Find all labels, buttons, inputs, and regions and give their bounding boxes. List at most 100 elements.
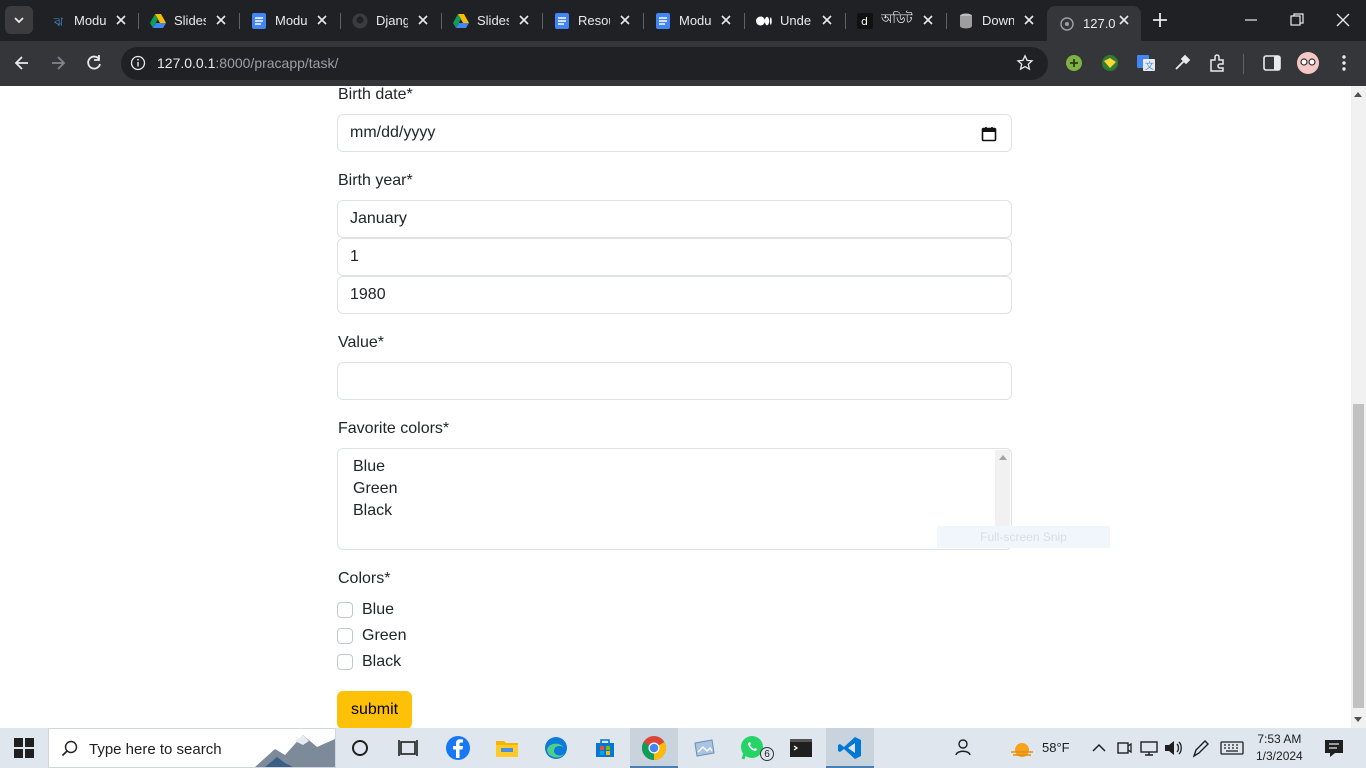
scroll-up-arrow-icon[interactable]	[999, 455, 1007, 460]
back-arrow-icon[interactable]	[12, 53, 32, 73]
address-bar[interactable]: 127.0.0.1:8000/pracapp/task/	[121, 47, 1048, 80]
tab-title: অডিট	[881, 11, 913, 26]
browser-tab[interactable]: Resou	[542, 6, 642, 35]
birth-day-select[interactable]: 1	[337, 238, 1012, 276]
browser-tab[interactable]: Modu	[643, 6, 743, 35]
color-checkbox-row[interactable]: Black	[337, 653, 401, 671]
cortana-circle-icon[interactable]	[346, 734, 374, 762]
multiselect-option[interactable]: Black	[353, 502, 392, 520]
browser-tab-active[interactable]: 127.0	[1047, 6, 1141, 41]
color-checkbox-row[interactable]: Blue	[337, 601, 394, 619]
green-plus-extension-icon[interactable]	[1064, 53, 1084, 73]
calendar-icon[interactable]	[981, 126, 997, 142]
show-hidden-icons-chevron-icon[interactable]	[1088, 734, 1110, 762]
browser-tab[interactable]: Unde	[744, 6, 844, 35]
close-icon[interactable]	[618, 13, 632, 27]
birth-month-select[interactable]: January	[337, 200, 1012, 238]
meet-now-icon[interactable]	[1114, 734, 1134, 762]
color-checkbox-row[interactable]: Green	[337, 627, 406, 645]
terminal-icon[interactable]	[787, 734, 815, 762]
checkbox[interactable]	[337, 628, 353, 644]
keyboard-icon[interactable]	[1219, 734, 1245, 762]
file-explorer-icon[interactable]	[493, 734, 521, 762]
multiselect-option[interactable]: Green	[353, 480, 397, 498]
browser-tab[interactable]: ঝ Modu	[38, 6, 138, 35]
birth-year-label: Birth year*	[338, 172, 413, 189]
minimize-icon[interactable]	[1242, 11, 1260, 29]
weather-temperature[interactable]: 58°F	[1042, 740, 1070, 755]
people-icon[interactable]	[948, 734, 976, 762]
value-input[interactable]	[337, 362, 1012, 400]
checkbox-label[interactable]: Blue	[362, 601, 394, 619]
close-icon[interactable]	[517, 13, 531, 27]
browser-tab[interactable]: Djang	[340, 6, 440, 35]
taskbar-search-box[interactable]: Type here to search	[48, 728, 336, 768]
google-docs-icon	[655, 12, 671, 29]
close-icon[interactable]	[416, 13, 430, 27]
close-icon[interactable]	[214, 13, 228, 27]
tab-title: Modu	[275, 13, 307, 28]
weather-sunrise-icon[interactable]	[1008, 734, 1036, 762]
tab-search-button[interactable]	[5, 6, 33, 34]
browser-tab[interactable]: Down	[946, 6, 1046, 35]
eyedropper-icon[interactable]	[1172, 53, 1192, 73]
page-scrollbar[interactable]	[1351, 86, 1366, 728]
favorite-colors-multiselect[interactable]: Blue Green Black	[337, 448, 1012, 550]
birth-date-label: Birth date*	[338, 86, 413, 103]
close-icon[interactable]	[315, 13, 329, 27]
browser-tab[interactable]: Slides	[441, 6, 541, 35]
windows-start-icon[interactable]	[14, 738, 34, 758]
close-icon[interactable]	[1117, 13, 1131, 27]
scrollbar-thumb[interactable]	[1353, 404, 1364, 708]
site-info-icon[interactable]	[130, 55, 146, 71]
close-icon[interactable]	[719, 13, 733, 27]
submit-button[interactable]: submit	[337, 691, 412, 728]
forward-arrow-icon[interactable]	[48, 53, 68, 73]
reload-icon[interactable]	[84, 53, 104, 73]
scroll-up-arrow-icon[interactable]	[1354, 92, 1362, 97]
chrome-icon[interactable]	[640, 734, 668, 762]
notification-center-icon[interactable]	[1320, 734, 1348, 762]
task-view-icon[interactable]	[394, 734, 422, 762]
url-path: :8000/pracapp/task/	[215, 55, 339, 71]
github-icon	[352, 13, 368, 29]
close-window-icon[interactable]	[1334, 11, 1352, 29]
microsoft-store-icon[interactable]	[591, 734, 619, 762]
facebook-icon[interactable]	[444, 734, 472, 762]
checkbox-label[interactable]: Black	[362, 653, 401, 671]
toolbar-divider	[1243, 54, 1244, 74]
google-translate-icon[interactable]: 文	[1136, 53, 1156, 73]
scroll-down-arrow-icon[interactable]	[1354, 717, 1362, 722]
checkbox[interactable]	[337, 602, 353, 618]
close-icon[interactable]	[921, 13, 935, 27]
pen-icon[interactable]	[1190, 734, 1212, 762]
vscode-icon[interactable]	[836, 734, 864, 762]
browser-tab[interactable]: Slides	[138, 6, 238, 35]
edge-browser-icon[interactable]	[542, 734, 570, 762]
google-docs-icon	[251, 12, 267, 29]
close-icon[interactable]	[820, 13, 834, 27]
restore-icon[interactable]	[1288, 11, 1306, 29]
more-menu-icon[interactable]	[1334, 53, 1354, 73]
tab-title: Unde	[780, 13, 812, 28]
close-icon[interactable]	[1022, 13, 1036, 27]
globe-extension-icon[interactable]	[1100, 53, 1120, 73]
side-panel-icon[interactable]	[1262, 53, 1282, 73]
database-icon	[958, 13, 974, 29]
new-tab-icon[interactable]	[1150, 10, 1170, 30]
system-clock[interactable]: 7:53 AM 1/3/2024	[1256, 731, 1303, 765]
birth-date-input[interactable]: mm/dd/yyyy	[337, 114, 1012, 152]
extensions-puzzle-icon[interactable]	[1208, 53, 1228, 73]
browser-tab[interactable]: Modu	[239, 6, 339, 35]
browser-tab[interactable]: d অডিট	[845, 6, 945, 35]
checkbox-label[interactable]: Green	[362, 627, 406, 645]
birth-year-select[interactable]: 1980	[337, 276, 1012, 314]
checkbox[interactable]	[337, 654, 353, 670]
photo-viewer-icon[interactable]	[690, 734, 718, 762]
network-icon[interactable]	[1138, 734, 1160, 762]
profile-avatar-icon[interactable]	[1297, 52, 1319, 74]
multiselect-option[interactable]: Blue	[353, 458, 385, 476]
volume-icon[interactable]	[1162, 734, 1184, 762]
close-icon[interactable]	[114, 13, 128, 27]
bookmark-star-icon[interactable]	[1016, 54, 1034, 72]
